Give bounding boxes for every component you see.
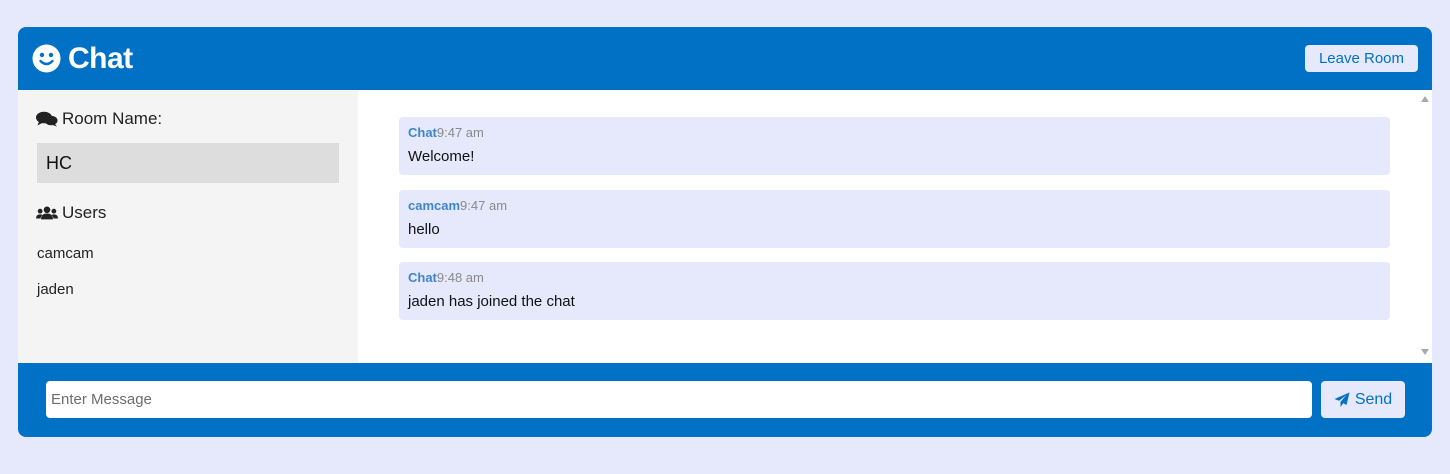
room-name-heading: Room Name: [36,109,162,129]
message-meta: Chat9:47 am [408,125,1381,142]
smile-icon [32,44,61,73]
message: Chat9:48 am jaden has joined the chat [399,262,1390,320]
users-icon [36,206,58,220]
messages-scroll-up[interactable] [1421,96,1429,102]
message-text: Welcome! [408,148,475,165]
sidebar: Room Name: HC Users camcam jaden [18,90,369,363]
message-form: Send [18,363,1432,437]
message: Chat9:47 am Welcome! [399,117,1390,175]
message-text: jaden has joined the chat [408,293,575,310]
users-label: Users [62,203,107,222]
users-list: camcam jaden [37,245,94,317]
chat-container: Chat Leave Room Room Name: HC Users camc… [18,27,1432,437]
paper-plane-icon [1334,392,1350,407]
leave-room-button[interactable]: Leave Room [1305,45,1418,72]
chat-header: Chat Leave Room [18,27,1432,90]
user-item: camcam [37,245,94,262]
chat-messages[interactable]: Chat9:47 am Welcome! camcam9:47 am hello… [358,90,1432,363]
users-heading: Users [36,203,106,223]
message-time: 9:47 am [436,125,484,140]
app-logo: Chat [32,42,133,76]
comments-icon [36,111,58,127]
message-meta: Chat9:48 am [408,270,1381,287]
message-time: 9:48 am [436,270,484,285]
message-user: camcam [408,198,461,213]
send-label: Send [1354,390,1393,408]
user-item: jaden [37,281,74,298]
app-title: Chat [68,41,133,75]
message-user: Chat [408,125,437,140]
message-input[interactable] [46,381,1312,418]
message-text: hello [408,221,440,238]
room-name-value: HC [37,143,339,183]
message-user: Chat [408,270,437,285]
messages-scroll-down[interactable] [1421,349,1429,355]
message: camcam9:47 am hello [399,190,1390,248]
send-button[interactable]: Send [1321,381,1405,418]
message-time: 9:47 am [460,198,508,213]
message-meta: camcam9:47 am [408,198,1381,215]
room-name-label: Room Name: [62,109,163,128]
